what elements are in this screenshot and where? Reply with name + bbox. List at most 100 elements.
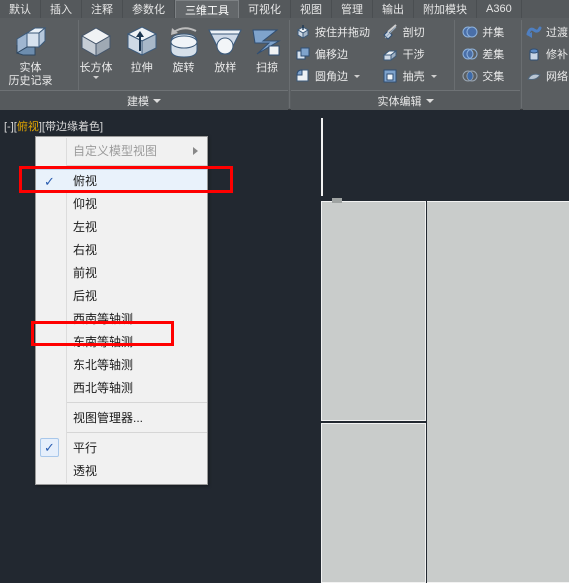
menu-item-16[interactable]: 透视 xyxy=(36,459,207,482)
panel-title-label: 建模 xyxy=(127,95,149,108)
union-icon xyxy=(461,24,478,41)
autocad-window: 默认 插入 注释 参数化 三维工具 可视化 视图 管理 输出 附加模块 A360 实 xyxy=(0,0,569,583)
chevron-down-icon[interactable] xyxy=(430,74,437,78)
menu-item-10[interactable]: 东北等轴测 xyxy=(36,353,207,376)
button-interfere[interactable]: 干涉 xyxy=(379,43,453,65)
slice-icon xyxy=(382,24,399,41)
menu-item-7[interactable]: 后视 xyxy=(36,284,207,307)
menu-separator xyxy=(67,432,207,433)
menu-item-13[interactable]: 视图管理器... xyxy=(36,406,207,429)
ribbon-tab-5[interactable]: 可视化 xyxy=(239,0,291,18)
solid-editing-column-1: 按住并拖动 偏移边 圆角边 xyxy=(291,18,379,87)
surface-column-1: 过渡 修补 网络 xyxy=(523,18,569,87)
menu-item-2[interactable]: ✓ 俯视 xyxy=(36,169,207,192)
ribbon-panel-solid-editing: 按住并拖动 偏移边 圆角边 剖切 干涉 抽壳 并集 差集 交集 实体编辑 xyxy=(291,18,520,110)
menu-item-3[interactable]: 仰视 xyxy=(36,192,207,215)
menu-item-8[interactable]: 西南等轴测 xyxy=(36,307,207,330)
chevron-down-icon[interactable] xyxy=(92,76,99,79)
button-shell[interactable]: 抽壳 xyxy=(379,65,453,87)
menu-separator xyxy=(67,165,207,166)
chevron-down-icon[interactable] xyxy=(425,98,434,103)
interfere-icon xyxy=(382,46,399,63)
drawing-solid-lower-left[interactable] xyxy=(321,423,426,583)
sweep-icon xyxy=(247,22,287,62)
chevron-down-icon[interactable] xyxy=(354,74,360,78)
ribbon-tab-6[interactable]: 视图 xyxy=(291,0,332,18)
panel-divider xyxy=(521,20,522,108)
ribbon-tab-0[interactable]: 默认 xyxy=(0,0,41,18)
button-sweep[interactable]: 扫掠 xyxy=(246,18,288,75)
button-intersect[interactable]: 交集 xyxy=(458,65,520,87)
button-loft[interactable]: 放样 xyxy=(204,18,246,75)
viewport-label[interactable]: [-][俯视][带边缘着色] xyxy=(4,118,103,134)
menu-item-5[interactable]: 右视 xyxy=(36,238,207,261)
button-union[interactable]: 并集 xyxy=(458,21,520,43)
menu-item-11[interactable]: 西北等轴测 xyxy=(36,376,207,399)
button-label: 按住并拖动 xyxy=(315,27,370,39)
button-patch[interactable]: 修补 xyxy=(523,43,569,65)
drawing-grip-handle[interactable] xyxy=(332,198,342,203)
button-presspull[interactable]: 按住并拖动 xyxy=(291,21,379,43)
viewport-label-view[interactable]: 俯视 xyxy=(17,121,39,133)
ribbon-panel-modeling: 实体 历史记录 长方体 拉伸 旋转 放样 扫掠 建模 xyxy=(0,18,288,110)
ribbon-tab-3[interactable]: 参数化 xyxy=(123,0,175,18)
button-fillet-edge[interactable]: 圆角边 xyxy=(291,65,379,87)
menu-item-label: 自定义模型视图 xyxy=(73,144,158,158)
revolve-icon xyxy=(164,22,204,62)
button-label: 剖切 xyxy=(402,27,425,39)
drawing-solid-upper-left[interactable] xyxy=(321,201,426,421)
ribbon-tab-label: 视图 xyxy=(300,4,322,16)
chevron-down-icon[interactable] xyxy=(153,98,161,103)
solid-editing-column-3: 并集 差集 交集 xyxy=(458,18,520,87)
button-extrude[interactable]: 拉伸 xyxy=(121,18,163,75)
menu-item-label: 视图管理器... xyxy=(73,411,144,425)
view-dropdown-menu[interactable]: 自定义模型视图 ✓ 俯视仰视左视右视 前视 后视 西南等轴测东南等轴测东北等轴测 西北等轴测… xyxy=(35,136,208,485)
ribbon-tab-label: 默认 xyxy=(9,4,31,16)
menu-item-label: 透视 xyxy=(73,464,98,478)
menu-item-4[interactable]: 左视 xyxy=(36,215,207,238)
ribbon-tab-label: A360 xyxy=(486,3,512,15)
check-icon: ✓ xyxy=(40,438,59,457)
menu-item-label: 仰视 xyxy=(73,197,98,211)
button-label: 交集 xyxy=(482,71,505,83)
ribbon-tabbar: 默认 插入 注释 参数化 三维工具 可视化 视图 管理 输出 附加模块 A360 xyxy=(0,0,569,18)
button-label: 网络 xyxy=(546,71,568,83)
panel-title-modeling[interactable]: 建模 xyxy=(0,90,288,110)
ribbon-panel-surface: 过渡 修补 网络 xyxy=(523,18,569,110)
panel-title-solid-editing[interactable]: 实体编辑 xyxy=(291,90,520,110)
drawing-solid-right[interactable] xyxy=(427,201,569,583)
button-label: 实体 xyxy=(19,62,42,74)
button-blend[interactable]: 过渡 xyxy=(523,21,569,43)
ribbon-tab-8[interactable]: 输出 xyxy=(373,0,414,18)
ribbon-tab-10[interactable]: A360 xyxy=(477,0,522,18)
menu-item-label: 东南等轴测 xyxy=(73,335,134,349)
ribbon-tab-7[interactable]: 管理 xyxy=(332,0,373,18)
panel-divider xyxy=(289,20,290,108)
button-subtract[interactable]: 差集 xyxy=(458,43,520,65)
ribbon-tab-label: 附加模块 xyxy=(423,4,467,16)
menu-item-label: 左视 xyxy=(73,220,98,234)
ribbon-tab-4[interactable]: 三维工具 xyxy=(175,0,239,18)
button-revolve[interactable]: 旋转 xyxy=(163,18,205,75)
button-label: 旋转 xyxy=(172,62,195,74)
button-network[interactable]: 网络 xyxy=(523,65,569,87)
panel-title-label: 实体编辑 xyxy=(377,95,422,108)
button-offset-edge[interactable]: 偏移边 xyxy=(291,43,379,65)
button-slice[interactable]: 剖切 xyxy=(379,21,453,43)
ribbon-tab-1[interactable]: 插入 xyxy=(41,0,82,18)
box-icon xyxy=(76,22,116,62)
menu-item-6[interactable]: 前视 xyxy=(36,261,207,284)
ribbon-tab-9[interactable]: 附加模块 xyxy=(414,0,477,18)
panel-surface-body: 过渡 修补 网络 xyxy=(523,18,569,90)
button-solid-history[interactable]: 实体 历史记录 xyxy=(0,18,61,88)
extrude-icon xyxy=(123,22,161,62)
intersect-icon xyxy=(461,68,478,85)
menu-item-label: 平行 xyxy=(73,441,98,455)
button-label: 过渡 xyxy=(546,27,568,39)
subtract-icon xyxy=(461,46,478,63)
button-label: 长方体 xyxy=(79,62,113,74)
ribbon-tab-2[interactable]: 注释 xyxy=(82,0,123,18)
menu-item-9[interactable]: 东南等轴测 xyxy=(36,330,207,353)
menu-item-15[interactable]: ✓ 平行 xyxy=(36,436,207,459)
button-label: 干涉 xyxy=(402,49,425,61)
